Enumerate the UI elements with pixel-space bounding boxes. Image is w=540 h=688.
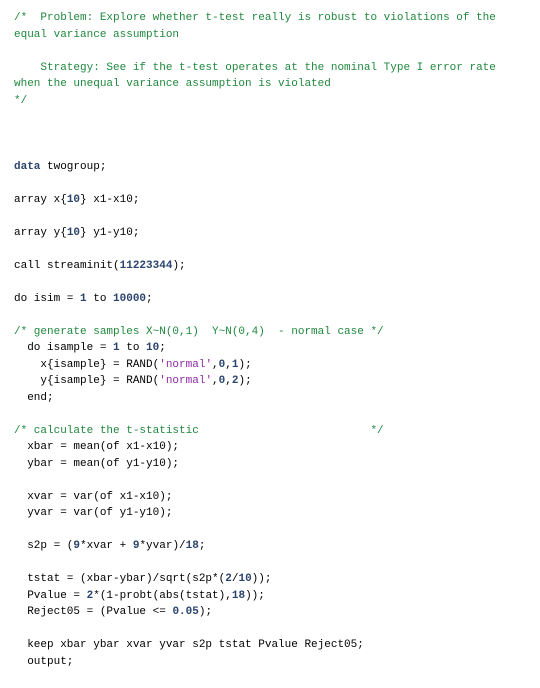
comment-calc: /* calculate the t-statistic */ [14, 425, 384, 437]
xvar-line: xvar = var(of x1-x10); [14, 491, 172, 503]
keep-line: keep xbar ybar xvar yvar s2p tstat Pvalu… [14, 639, 364, 651]
comment-generate: /* generate samples X~N(0,1) Y~N(0,4) - … [14, 326, 384, 338]
array-x: array x{10} x1-x10; [14, 194, 139, 206]
output-line: output; [14, 656, 73, 668]
yvar-line: yvar = var(of y1-y10); [14, 507, 172, 519]
tstat-line: tstat = (xbar-ybar)/sqrt(s2p*(2/10)); [14, 573, 271, 585]
assign-x: x{isample} = RAND('normal',0,1); [14, 359, 252, 371]
assign-y: y{isample} = RAND('normal',0,2); [14, 375, 252, 387]
dataset-name: twogroup; [40, 161, 106, 173]
call-streaminit: call streaminit(11223344); [14, 260, 186, 272]
comment-problem: /* Problem: Explore whether t-test reall… [14, 12, 503, 107]
array-y: array y{10} y1-y10; [14, 227, 139, 239]
xbar-line: xbar = mean(of x1-x10); [14, 441, 179, 453]
end-inner: end; [14, 392, 54, 404]
sas-code-block: /* Problem: Explore whether t-test reall… [0, 0, 540, 688]
pvalue-line: Pvalue = 2*(1-probt(abs(tstat),18)); [14, 590, 265, 602]
s2p-line: s2p = (9*xvar + 9*yvar)/18; [14, 540, 205, 552]
kw-data: data [14, 161, 40, 173]
do-outer: do isim = 1 to 10000; [14, 293, 153, 305]
ybar-line: ybar = mean(of y1-y10); [14, 458, 179, 470]
do-inner: do isample = 1 to 10; [14, 342, 166, 354]
reject05-line: Reject05 = (Pvalue <= 0.05); [14, 606, 212, 618]
